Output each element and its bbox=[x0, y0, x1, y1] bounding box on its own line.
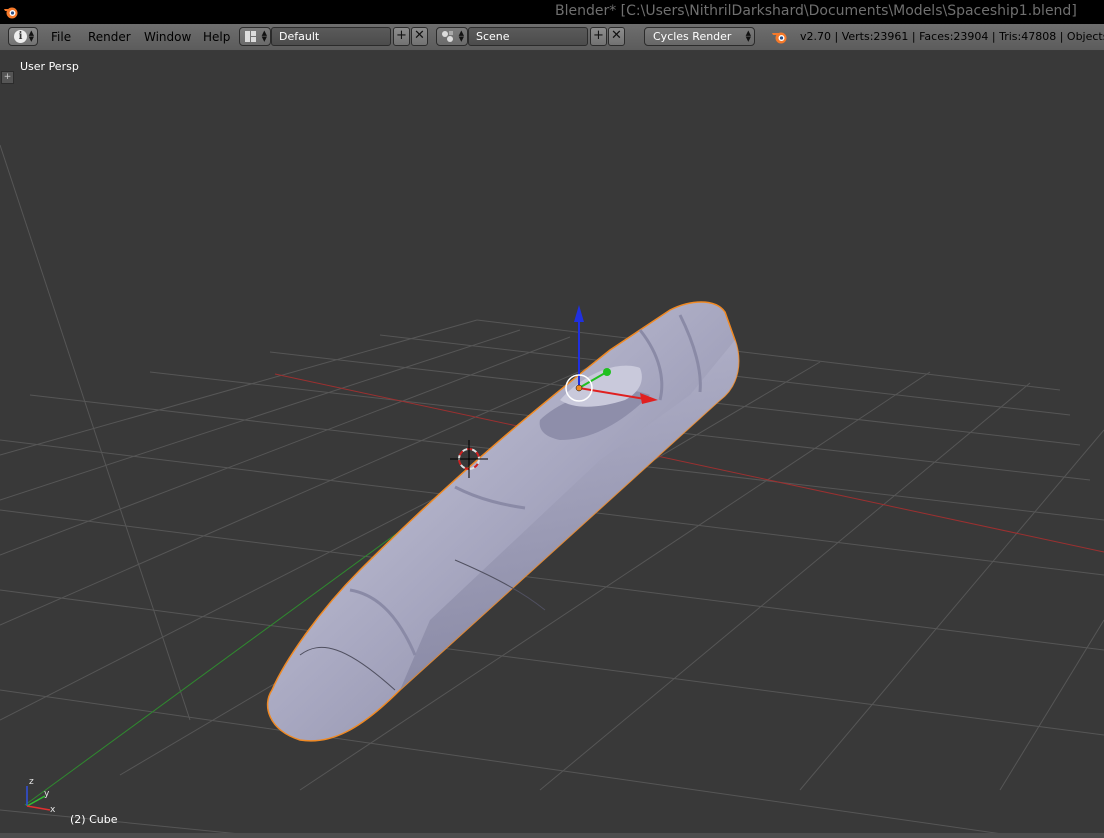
render-engine-value: Cycles Render bbox=[653, 30, 732, 43]
axis-label-y: y bbox=[44, 789, 50, 799]
updown-arrows-icon: ▲ ▼ bbox=[28, 29, 34, 43]
plus-icon: + bbox=[593, 28, 604, 43]
remove-scene-button[interactable]: ✕ bbox=[608, 27, 625, 46]
viewport-scene[interactable]: z y x bbox=[0, 51, 1104, 838]
info-icon: i bbox=[14, 30, 27, 43]
layout-grid-icon bbox=[245, 31, 256, 42]
scene-selector[interactable]: ▲ ▼ bbox=[436, 27, 468, 46]
blender-logo-icon bbox=[772, 32, 787, 44]
x-icon: ✕ bbox=[414, 28, 425, 43]
title-bar: Blender* [C:\Users\NithrilDarkshard\Docu… bbox=[0, 0, 1104, 24]
updown-arrows-icon: ▲ ▼ bbox=[261, 29, 267, 43]
axis-label-z: z bbox=[29, 777, 34, 787]
screen-layout-selector[interactable]: ▲ ▼ bbox=[239, 27, 271, 46]
plus-icon: + bbox=[396, 28, 407, 43]
scene-statistics: v2.70 | Verts:23961 | Faces:23904 | Tris… bbox=[800, 30, 1104, 43]
scene-value: Scene bbox=[476, 30, 510, 43]
menu-file[interactable]: File bbox=[51, 30, 71, 44]
info-header: i ▲ ▼ File Render Window Help ▲ ▼ Default … bbox=[0, 24, 1104, 51]
editor-type-selector[interactable]: i ▲ ▼ bbox=[8, 27, 38, 46]
plus-icon: + bbox=[3, 72, 12, 82]
timeline-edge bbox=[0, 833, 1104, 838]
updown-arrows-icon: ▲ ▼ bbox=[458, 29, 464, 43]
view-label: User Persp bbox=[20, 60, 79, 73]
toggle-toolshelf-button[interactable]: + bbox=[1, 71, 14, 84]
screen-layout-value: Default bbox=[279, 30, 320, 43]
blender-logo-icon bbox=[4, 7, 18, 19]
menu-window[interactable]: Window bbox=[144, 30, 191, 44]
remove-screen-button[interactable]: ✕ bbox=[411, 27, 428, 46]
window-title: Blender* [C:\Users\NithrilDarkshard\Docu… bbox=[555, 3, 1077, 19]
scene-field[interactable]: Scene bbox=[468, 27, 588, 46]
axis-orientation-widget: z y x bbox=[26, 777, 56, 815]
screen-layout-field[interactable]: Default bbox=[271, 27, 391, 46]
active-object-label: (2) Cube bbox=[70, 813, 118, 826]
3d-viewport[interactable]: z y x User Persp + (2) Cube bbox=[0, 51, 1104, 838]
render-engine-selector[interactable]: Cycles Render ▲ ▼ bbox=[644, 27, 755, 46]
menu-render[interactable]: Render bbox=[88, 30, 131, 44]
x-icon: ✕ bbox=[611, 28, 622, 43]
add-scene-button[interactable]: + bbox=[590, 27, 607, 46]
menu-help[interactable]: Help bbox=[203, 30, 230, 44]
add-screen-button[interactable]: + bbox=[393, 27, 410, 46]
scene-icon bbox=[442, 31, 453, 42]
axis-label-x: x bbox=[50, 805, 56, 815]
updown-arrows-icon: ▲ ▼ bbox=[745, 29, 751, 43]
